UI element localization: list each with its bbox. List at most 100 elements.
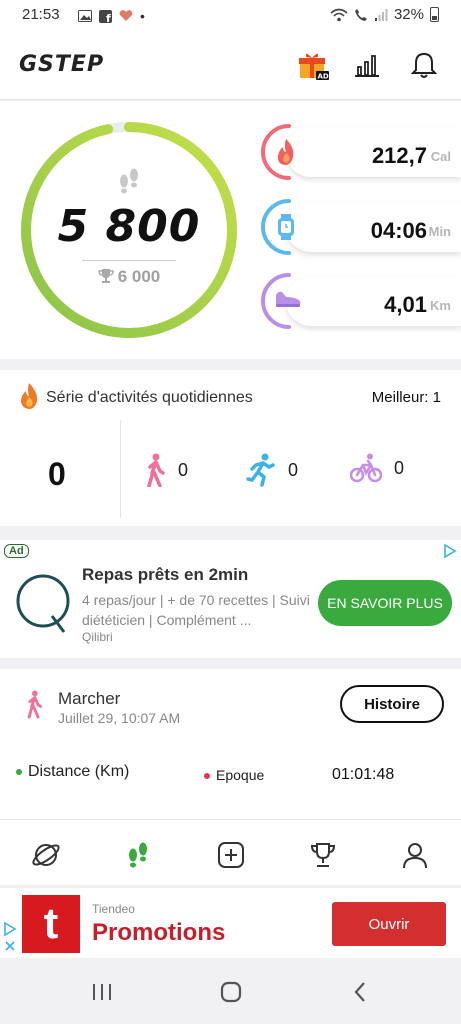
steps-card: 5 800 6 000 212,7 Cal 04:06 Min 4,01 Km	[0, 101, 461, 359]
duration-unit: Min	[428, 224, 451, 239]
home-icon	[220, 981, 242, 1003]
nav-add[interactable]	[214, 838, 248, 872]
bike-count-value: 0	[394, 457, 405, 478]
streak-best: Meilleur: 1	[371, 389, 441, 406]
stats-button[interactable]	[350, 48, 384, 82]
step-goal-value: 6 000	[117, 267, 161, 286]
ad-description: 4 repas/jour | + de 70 recettes | Suivi …	[82, 592, 310, 628]
trophy-icon	[98, 269, 114, 283]
step-goal: 6 000	[18, 267, 240, 287]
gift-ad-badge: AD	[318, 73, 329, 81]
app-logo: GSTEP	[19, 52, 105, 77]
status-bar: 21:53 f • 32%	[0, 0, 461, 30]
banner-open-button[interactable]: Ouvrir	[332, 902, 446, 946]
bar-chart-icon	[355, 55, 379, 77]
app-notification-icon	[119, 10, 133, 21]
banner-brand: Tiendeo	[92, 902, 135, 916]
distance-metric[interactable]: 4,01 Km	[258, 272, 461, 330]
gift-icon: AD	[299, 53, 329, 81]
step-progress-ring[interactable]: 5 800 6 000	[18, 119, 240, 341]
streak-count: 0	[48, 456, 66, 492]
streak-flame-icon	[21, 383, 38, 409]
activity-type: Marcher	[58, 689, 121, 708]
walk-count: 0	[144, 453, 188, 487]
close-ad-icon	[5, 941, 15, 951]
system-navigation-bar	[0, 960, 461, 1024]
distance-label-text: Distance (Km)	[28, 763, 130, 780]
nav-challenges[interactable]	[306, 838, 340, 872]
epoch-stat-label: Epoque	[204, 767, 264, 783]
signal-icon	[374, 8, 388, 21]
call-icon	[354, 8, 367, 21]
running-icon	[246, 453, 275, 487]
walk-count-value: 0	[178, 459, 189, 480]
bike-count: 0	[350, 453, 404, 483]
adchoices-icon	[4, 922, 17, 936]
epoch-label-text: Epoque	[216, 767, 265, 783]
daily-streak-card: Série d'activités quotidiennes Meilleur:…	[0, 370, 461, 526]
more-notifications-dot: •	[140, 8, 145, 24]
gift-ad-button[interactable]: AD	[296, 48, 330, 82]
ad-cta-button[interactable]: EN SAVOIR PLUS	[318, 580, 452, 626]
banner-title: Promotions	[92, 919, 226, 946]
trophy-icon	[310, 843, 336, 867]
ad-brand: Qilibri	[82, 630, 113, 644]
notifications-button[interactable]	[407, 48, 441, 82]
watch-icon	[278, 214, 294, 240]
history-button[interactable]: Histoire	[340, 685, 444, 723]
goal-divider	[82, 260, 176, 261]
nav-profile[interactable]	[398, 838, 432, 872]
streak-divider	[120, 420, 121, 518]
status-time: 21:53	[22, 6, 60, 23]
battery-icon	[430, 7, 439, 22]
add-icon	[218, 842, 244, 868]
gallery-notification-icon	[78, 10, 92, 22]
footsteps-icon	[120, 168, 138, 194]
app-header: GSTEP AD	[0, 30, 461, 100]
native-ad-card[interactable]: Ad Repas prêts en 2min 4 repas/jour | + …	[0, 540, 461, 658]
walking-icon	[147, 453, 165, 487]
run-count-value: 0	[288, 459, 299, 480]
distance-unit: Km	[430, 298, 451, 313]
banner-ad[interactable]: t Tiendeo Promotions Ouvrir	[0, 888, 461, 958]
run-count: 0	[246, 453, 298, 487]
facebook-notification-icon: f	[99, 9, 112, 23]
shoe-icon	[276, 291, 301, 307]
recent-apps-icon	[93, 984, 111, 1000]
banner-logo: t	[22, 895, 80, 953]
planet-icon	[32, 844, 60, 866]
system-indicators: 32%	[330, 6, 439, 23]
notification-icons: f •	[78, 8, 145, 24]
footsteps-icon	[129, 842, 147, 868]
user-icon	[403, 843, 427, 869]
epoch-value: 01:01:48	[332, 766, 395, 783]
duration-value: 04:06	[370, 218, 427, 243]
back-icon	[354, 982, 365, 1002]
bottom-navigation	[0, 819, 461, 885]
distance-stat-label: Distance (Km)	[16, 763, 129, 781]
battery-percent: 32%	[393, 6, 424, 23]
walking-icon	[27, 690, 42, 719]
calories-value: 212,7	[371, 143, 427, 168]
adchoices-icon	[444, 544, 457, 558]
epoch-dot	[204, 773, 210, 780]
distance-dot	[16, 768, 22, 775]
step-count: 5 800	[57, 201, 201, 252]
flame-icon	[277, 139, 294, 165]
wifi-icon	[330, 8, 348, 21]
duration-metric[interactable]: 04:06 Min	[258, 198, 461, 256]
cycling-icon	[350, 453, 382, 483]
advertiser-logo	[16, 574, 70, 633]
ad-badge: Ad	[4, 544, 29, 558]
distance-value: 4,01	[384, 292, 427, 317]
bell-icon	[411, 52, 437, 78]
svg-text:f: f	[106, 12, 111, 23]
ad-title[interactable]: Repas prêts en 2min	[82, 565, 248, 585]
activity-date: Juillet 29, 10:07 AM	[58, 710, 181, 726]
latest-activity-card: Marcher Juillet 29, 10:07 AM Histoire Di…	[0, 669, 461, 819]
streak-title: Série d'activités quotidiennes	[46, 389, 253, 406]
calories-unit: Cal	[430, 149, 451, 164]
nav-steps[interactable]	[121, 838, 155, 872]
calories-metric[interactable]: 212,7 Cal	[258, 123, 461, 181]
nav-explore[interactable]	[29, 838, 63, 872]
